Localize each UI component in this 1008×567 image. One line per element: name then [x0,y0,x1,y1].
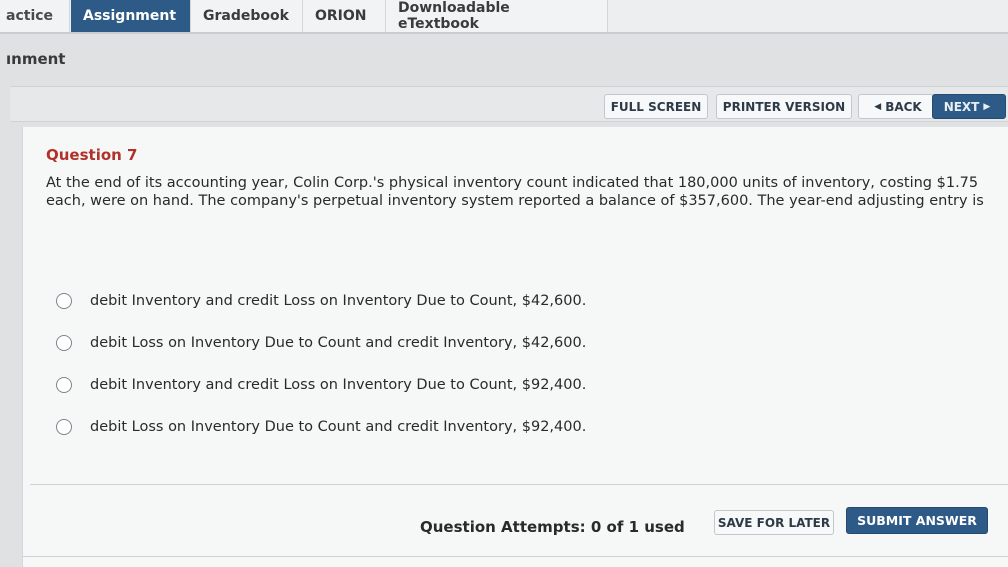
next-label: NEXT [943,99,980,114]
tab-gradebook[interactable]: Gradebook [191,0,303,32]
radio-empty-icon[interactable] [56,377,72,393]
tab-downloadable-etextbook[interactable]: Downloadable eTextbook [386,0,608,32]
answer-option-text: debit Loss on Inventory Due to Count and… [90,335,587,351]
next-button[interactable]: NEXT ▶ [932,94,1006,119]
page-title: ınment [6,50,66,68]
full-screen-button[interactable]: FULL SCREEN [604,94,708,119]
save-for-later-button[interactable]: SAVE FOR LATER [714,510,834,535]
submit-answer-button[interactable]: SUBMIT ANSWER [846,507,988,534]
back-label: BACK [885,99,922,114]
question-toolbar: FULL SCREEN PRINTER VERSION ◀ BACK NEXT … [10,86,1008,122]
question-attempts: Question Attempts: 0 of 1 used [420,518,685,536]
answer-option-text: debit Inventory and credit Loss on Inven… [90,377,587,393]
top-tab-bar: actice Assignment Gradebook ORION Downlo… [0,0,1008,34]
answer-option[interactable]: debit Inventory and credit Loss on Inven… [56,290,756,312]
tab-practice[interactable]: actice [0,0,70,32]
printer-version-button[interactable]: PRINTER VERSION [716,94,852,119]
answer-option-text: debit Loss on Inventory Due to Count and… [90,419,587,435]
radio-empty-icon[interactable] [56,293,72,309]
next-arrow-icon: ▶ [983,101,991,112]
back-button[interactable]: ◀ BACK [858,94,934,119]
answer-option[interactable]: debit Loss on Inventory Due to Count and… [56,332,756,354]
tab-orion[interactable]: ORION [303,0,386,32]
radio-empty-icon[interactable] [56,419,72,435]
back-arrow-icon: ◀ [874,101,882,112]
question-label: Question 7 [46,146,138,164]
answer-option-text: debit Inventory and credit Loss on Inven… [90,293,587,309]
tab-assignment[interactable]: Assignment [71,0,191,32]
answer-option[interactable]: debit Inventory and credit Loss on Inven… [56,374,756,396]
bottom-divider [22,556,1008,557]
question-text: At the end of its accounting year, Colin… [46,175,984,209]
answer-option[interactable]: debit Loss on Inventory Due to Count and… [56,416,756,438]
radio-empty-icon[interactable] [56,335,72,351]
section-divider [30,484,1008,485]
